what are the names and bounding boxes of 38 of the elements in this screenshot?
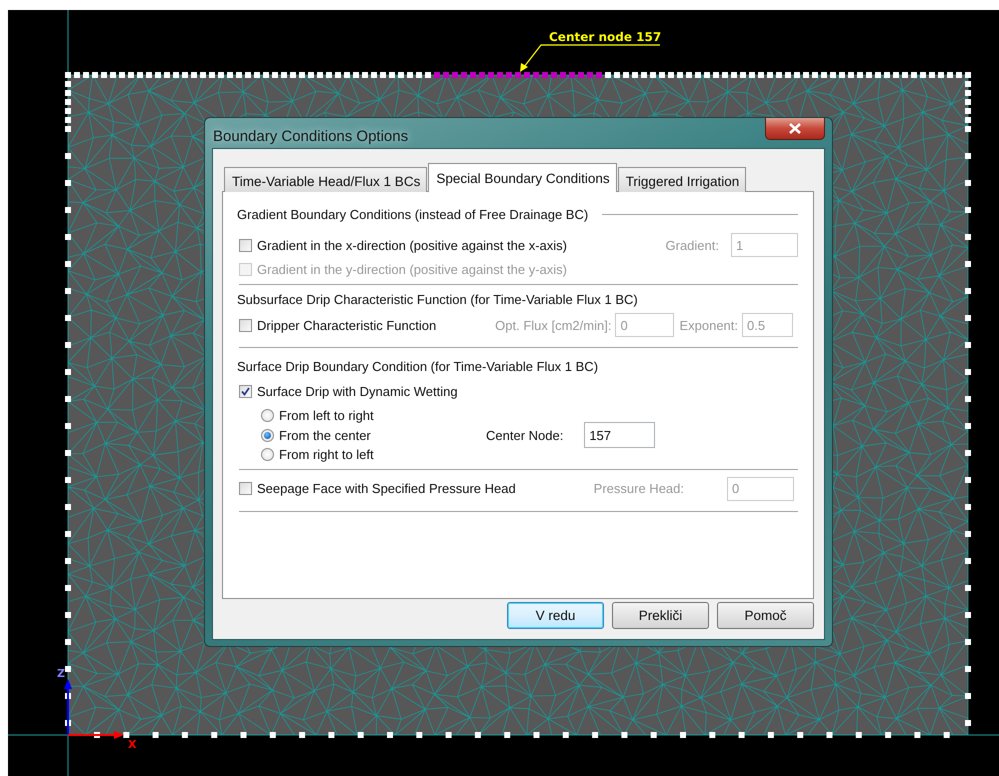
radio-button[interactable] bbox=[261, 448, 274, 462]
checkbox-label[interactable]: Dripper Characteristic Function bbox=[257, 318, 436, 332]
tab[interactable]: Special Boundary Conditions bbox=[428, 163, 617, 192]
group-title: Surface Drip Boundary Condition (for Time-Variable Flux 1 BC) bbox=[237, 358, 598, 374]
close-button[interactable] bbox=[765, 118, 825, 140]
checkbox-label[interactable]: Seepage Face with Specified Pressure Head bbox=[257, 481, 516, 496]
checkbox-label: Gradient in the y-direction (positive against the y-axis) bbox=[257, 262, 567, 276]
node-annotation: Center node 157 bbox=[549, 30, 662, 44]
close-icon bbox=[789, 123, 801, 134]
axis-label: Z bbox=[57, 667, 65, 680]
radio-label[interactable]: From the center bbox=[279, 428, 371, 443]
checkbox-label[interactable]: Gradient in the x-direction (positive against the x-axis) bbox=[257, 238, 567, 252]
group-title: Gradient Boundary Conditions (instead of Free Drainage BC) bbox=[237, 206, 588, 222]
checkbox[interactable] bbox=[239, 482, 252, 495]
axis-label: X bbox=[128, 738, 136, 751]
checkbox[interactable] bbox=[239, 238, 252, 252]
axes-drawing bbox=[64, 679, 124, 739]
radio-button[interactable] bbox=[261, 428, 274, 442]
field-label: Gradient: bbox=[666, 238, 719, 252]
checkbox[interactable] bbox=[239, 318, 252, 332]
field-label: Exponent: bbox=[679, 318, 738, 332]
checkbox[interactable] bbox=[239, 384, 252, 398]
field-label: Opt. Flux [cm2/min]: bbox=[495, 318, 612, 332]
checkbox-label[interactable]: Surface Drip with Dynamic Wetting bbox=[257, 384, 458, 398]
tab[interactable]: Triggered Irrigation bbox=[618, 167, 746, 192]
checkmark-icon bbox=[241, 386, 250, 396]
group-title: Subsurface Drip Characteristic Function (for Time-Variable Flux 1 BC) bbox=[237, 292, 638, 306]
radio-label[interactable]: From right to left bbox=[279, 447, 374, 462]
radio-label[interactable]: From left to right bbox=[279, 408, 374, 424]
field-label: Center Node: bbox=[486, 428, 564, 443]
window-title: Boundary Conditions Options bbox=[213, 128, 408, 145]
dialog-button[interactable]: V redu bbox=[507, 602, 604, 629]
dialog-button[interactable]: Prekliči bbox=[612, 602, 709, 629]
radio-button[interactable] bbox=[261, 409, 274, 422]
dialog-button[interactable]: Pomoč bbox=[717, 602, 814, 629]
tab[interactable]: Time-Variable Head/Flux 1 BCs bbox=[224, 167, 428, 192]
field-label: Pressure Head: bbox=[594, 481, 684, 496]
input-field[interactable]: 157 bbox=[584, 422, 656, 448]
